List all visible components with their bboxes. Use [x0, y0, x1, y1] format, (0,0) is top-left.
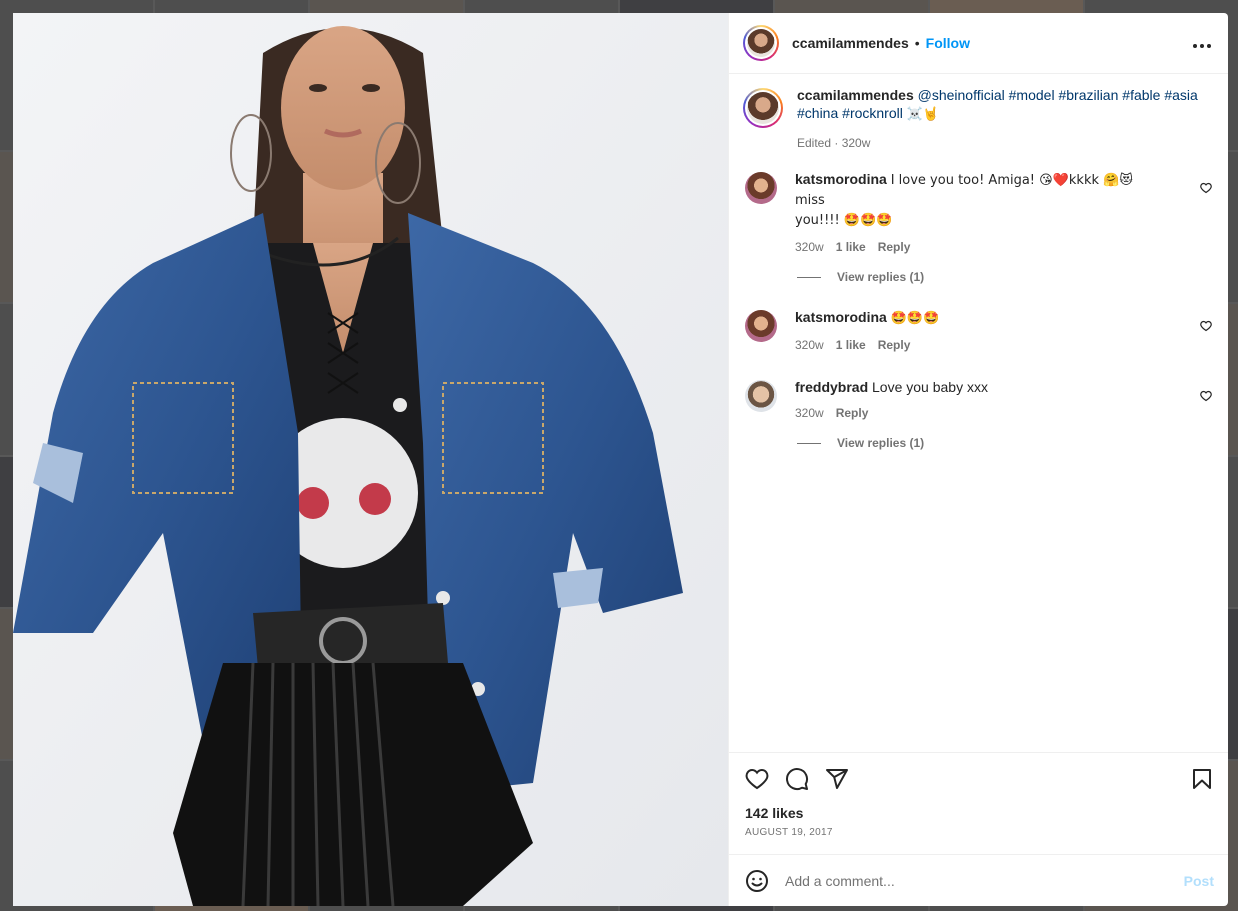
post-image[interactable]: [13, 13, 728, 906]
author-username[interactable]: ccamilammendes: [792, 35, 909, 51]
emoji-picker-icon[interactable]: [745, 869, 769, 893]
commenter-username[interactable]: freddybrad: [795, 379, 868, 395]
post-details-panel: ccamilammendes • Follow ccamilammendes @…: [728, 13, 1228, 906]
hashtag-link[interactable]: #fable: [1122, 87, 1160, 103]
comment-input[interactable]: [785, 872, 1184, 889]
commenter-avatar[interactable]: [745, 172, 777, 204]
view-replies-line: [797, 276, 821, 278]
post-actions-area: 142 likes AUGUST 19, 2017: [729, 752, 1228, 854]
author-avatar[interactable]: [743, 25, 779, 61]
add-comment-bar: Post: [729, 854, 1228, 906]
share-send-icon[interactable]: [825, 767, 849, 791]
hashtag-link[interactable]: #rocknroll: [842, 105, 903, 121]
view-replies-label: View replies (1): [837, 270, 925, 284]
view-replies-line: [797, 442, 821, 444]
view-replies-label: View replies (1): [837, 436, 925, 450]
comment-body: freddybrad Love you baby xxx 320w Reply: [795, 378, 1165, 422]
post-date[interactable]: AUGUST 19, 2017: [745, 827, 1214, 838]
hashtag-link[interactable]: #asia: [1164, 87, 1197, 103]
caption-meta: Edited · 320w: [797, 136, 871, 150]
save-bookmark-icon[interactable]: [1190, 767, 1214, 791]
caption-emoji: ☠️🤘: [906, 107, 940, 122]
like-comment-heart-icon[interactable]: [1200, 320, 1212, 332]
follow-button[interactable]: Follow: [926, 35, 970, 51]
commenter-avatar[interactable]: [745, 380, 777, 412]
reply-button[interactable]: Reply: [878, 238, 911, 256]
post-header: ccamilammendes • Follow: [729, 13, 1228, 74]
commenter-username[interactable]: katsmorodina: [795, 309, 887, 325]
hashtag-link[interactable]: #china: [797, 105, 838, 121]
comments-list[interactable]: ccamilammendes @sheinofficial #model #br…: [729, 74, 1228, 752]
comment-meta: 320w 1 like Reply: [795, 238, 1165, 256]
comment-bubble-icon[interactable]: [785, 767, 809, 791]
post-image-illustration: [13, 13, 728, 906]
caption-avatar[interactable]: [743, 88, 783, 128]
comment-meta: 320w Reply: [795, 404, 1165, 422]
comment-meta: 320w 1 like Reply: [795, 336, 1165, 354]
action-bar: [745, 767, 1214, 791]
hashtag-link[interactable]: #model: [1009, 87, 1055, 103]
reply-button[interactable]: Reply: [836, 404, 869, 422]
comment-body: katsmorodina 🤩🤩🤩 320w 1 like Reply: [795, 308, 1165, 354]
comment-likes[interactable]: 1 like: [836, 336, 866, 354]
more-options-icon[interactable]: [1192, 32, 1212, 55]
comment-text-continued: you!!!! 🤩🤩🤩: [795, 213, 893, 228]
comment-body: katsmorodina I love you too! Amiga! 😘❤️k…: [795, 170, 1165, 256]
comment-time[interactable]: 320w: [795, 404, 824, 422]
like-comment-heart-icon[interactable]: [1200, 182, 1212, 194]
commenter-username[interactable]: katsmorodina: [795, 171, 887, 187]
hashtag-link[interactable]: #brazilian: [1058, 87, 1118, 103]
mention-link[interactable]: @sheinofficial: [918, 87, 1005, 103]
view-replies-button[interactable]: View replies (1): [797, 436, 1214, 450]
post-modal: ccamilammendes • Follow ccamilammendes @…: [13, 13, 1228, 906]
like-comment-heart-icon[interactable]: [1200, 390, 1212, 402]
comment-item: katsmorodina I love you too! Amiga! 😘❤️k…: [743, 170, 1214, 256]
comment-text: Love you baby xxx: [872, 379, 988, 395]
comment-time[interactable]: 320w: [795, 336, 824, 354]
post-caption: ccamilammendes @sheinofficial #model #br…: [743, 86, 1214, 152]
post-comment-button[interactable]: Post: [1184, 873, 1214, 889]
comment-time[interactable]: 320w: [795, 238, 824, 256]
caption-username[interactable]: ccamilammendes: [797, 87, 914, 103]
reply-button[interactable]: Reply: [878, 336, 911, 354]
comment-item: freddybrad Love you baby xxx 320w Reply: [743, 378, 1214, 422]
comment-likes[interactable]: 1 like: [836, 238, 866, 256]
commenter-avatar[interactable]: [745, 310, 777, 342]
comment-text: 🤩🤩🤩: [890, 311, 940, 326]
likes-count[interactable]: 142 likes: [745, 805, 1214, 821]
like-heart-icon[interactable]: [745, 767, 769, 791]
caption-body: ccamilammendes @sheinofficial #model #br…: [797, 86, 1207, 152]
separator-dot: •: [914, 35, 920, 51]
view-replies-button[interactable]: View replies (1): [797, 270, 1214, 284]
comment-item: katsmorodina 🤩🤩🤩 320w 1 like Reply: [743, 308, 1214, 354]
